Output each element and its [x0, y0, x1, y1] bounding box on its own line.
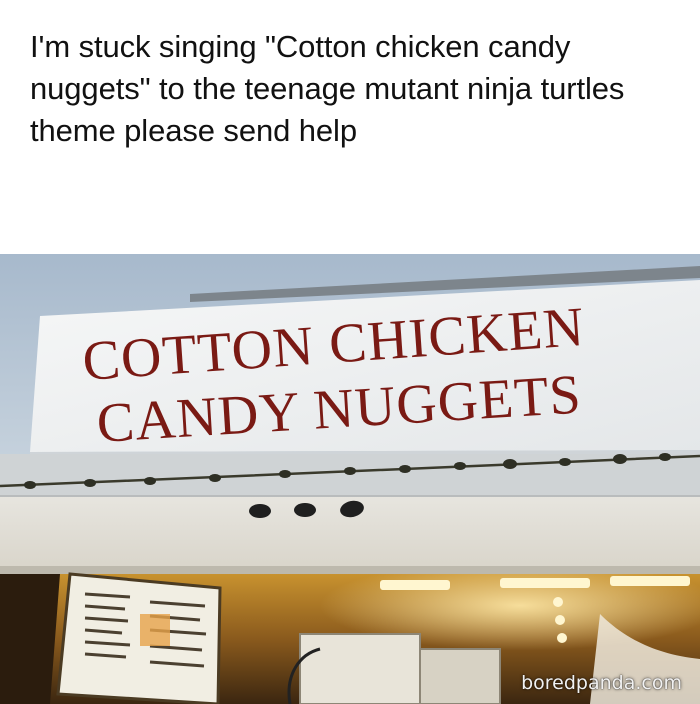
- boredpanda-watermark: boredpanda.com: [521, 672, 682, 694]
- meme-caption: I'm stuck singing "Cotton chicken candy …: [30, 29, 625, 148]
- concession-stand-photo: COTTON CHICKEN CANDY NUGGETS boredpanda.…: [0, 254, 700, 704]
- meme: I'm stuck singing "Cotton chicken candy …: [0, 0, 700, 704]
- photo-scene: COTTON CHICKEN CANDY NUGGETS: [0, 254, 700, 704]
- equipment-box: [299, 633, 421, 704]
- menu-board: [56, 572, 222, 704]
